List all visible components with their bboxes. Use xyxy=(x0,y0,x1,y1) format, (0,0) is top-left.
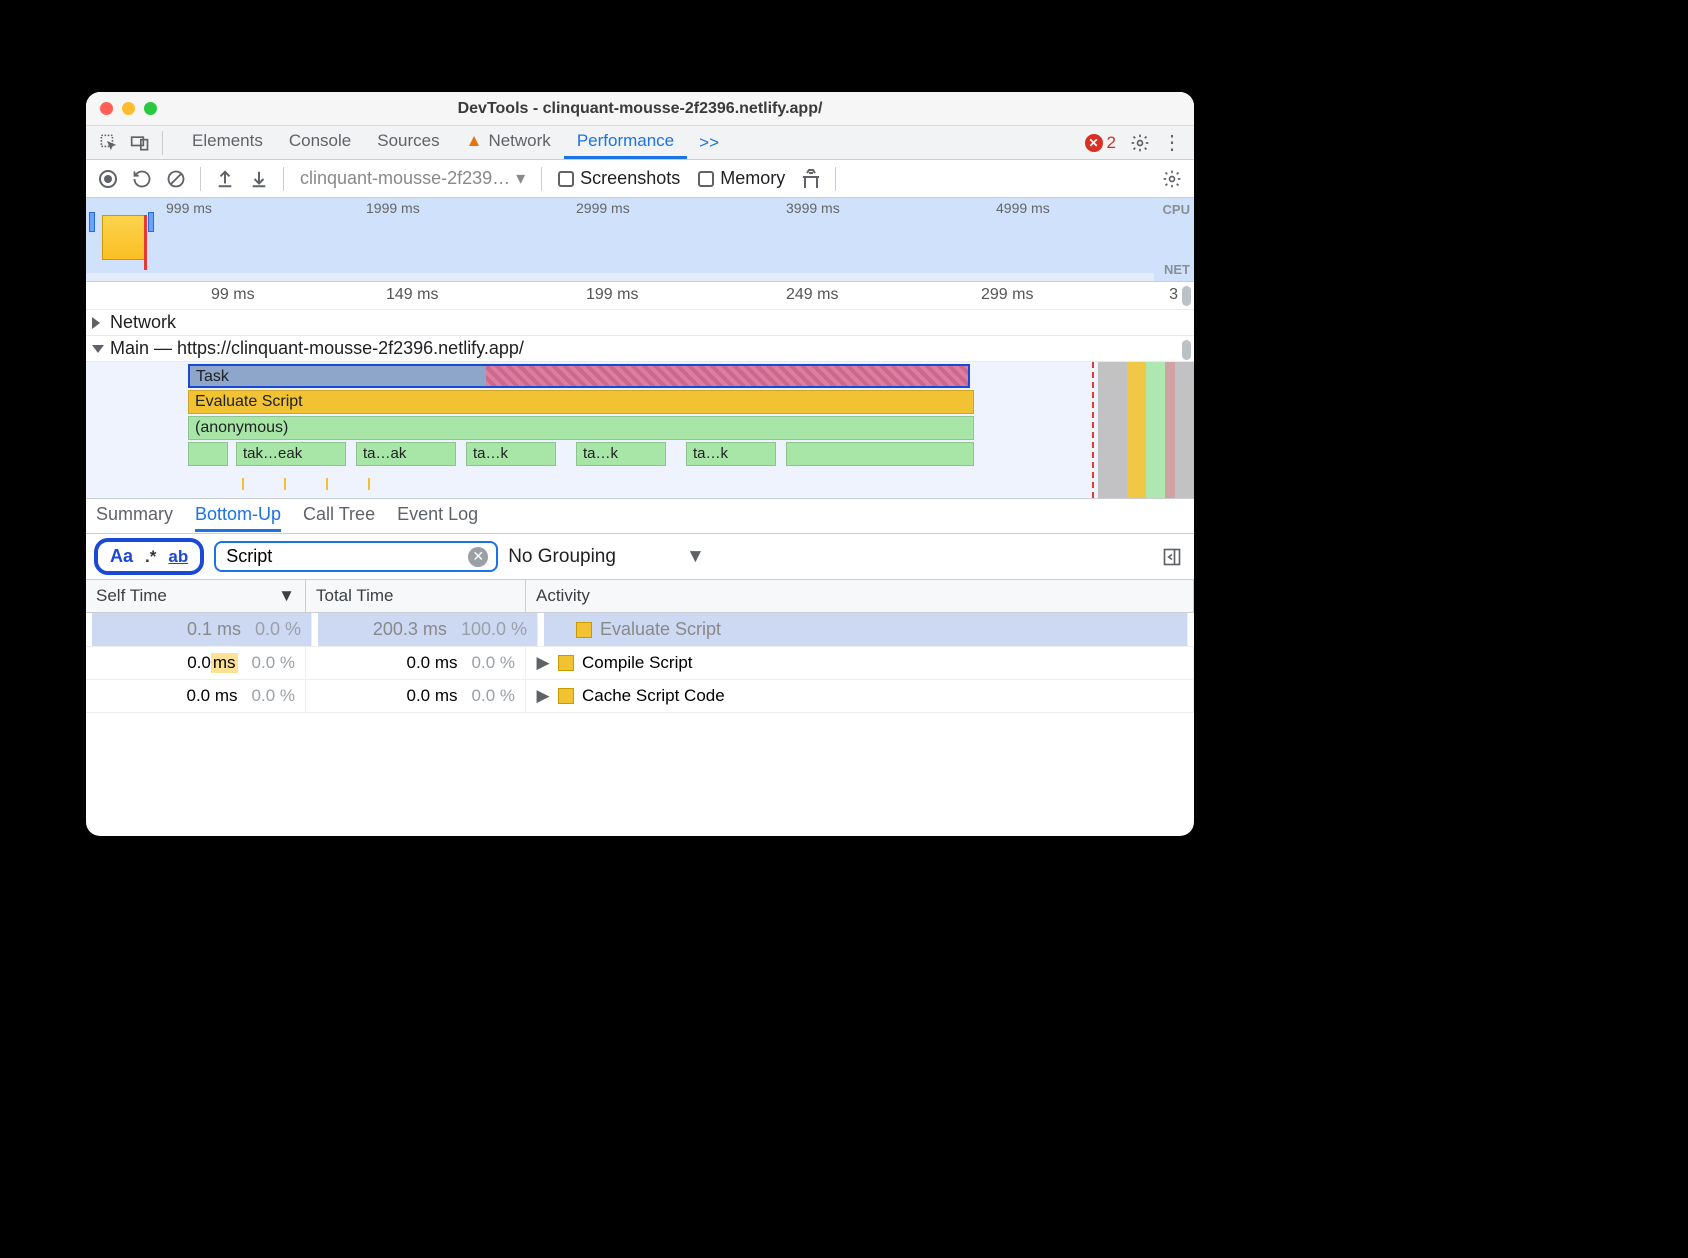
tab-performance[interactable]: Performance xyxy=(564,126,687,159)
flame-side-activity xyxy=(1098,362,1194,498)
show-heaviest-stack-button[interactable] xyxy=(1158,543,1186,571)
whole-word-button[interactable]: ab xyxy=(168,547,188,567)
tab-network[interactable]: ▲ Network xyxy=(453,126,564,159)
titlebar: DevTools - clinquant-mousse-2f2396.netli… xyxy=(86,92,1194,126)
match-case-button[interactable]: Aa xyxy=(110,546,133,567)
col-total-time[interactable]: Total Time xyxy=(306,580,526,612)
tab-call-tree[interactable]: Call Tree xyxy=(303,500,375,532)
reload-record-button[interactable] xyxy=(128,165,156,193)
table-row[interactable]: 0.1 ms0.0 % 200.3 ms100.0 % Evaluate Scr… xyxy=(86,613,1194,647)
download-profile-button[interactable] xyxy=(245,165,273,193)
memory-checkbox[interactable]: Memory xyxy=(692,168,791,189)
overview-activity-thumb xyxy=(102,215,146,260)
error-icon: ✕ xyxy=(1085,134,1103,152)
flame-bar-task[interactable]: Task xyxy=(188,364,970,388)
checkbox-unchecked-icon xyxy=(698,171,714,187)
tab-elements[interactable]: Elements xyxy=(179,126,276,159)
panel-tabs: Elements Console Sources ▲ Network Perfo… xyxy=(179,126,687,159)
flame-bar-leaf[interactable]: ta…k xyxy=(466,442,556,466)
close-window-button[interactable] xyxy=(100,102,113,115)
activity-color-swatch xyxy=(558,688,574,704)
clear-button[interactable] xyxy=(162,165,190,193)
filter-input-wrapper: ✕ xyxy=(214,541,498,572)
window-title: DevTools - clinquant-mousse-2f2396.netli… xyxy=(86,100,1194,118)
sort-desc-icon: ▼ xyxy=(278,586,295,606)
scrollbar-thumb[interactable] xyxy=(1182,340,1191,360)
chevron-right-icon xyxy=(92,317,106,329)
settings-icon[interactable] xyxy=(1126,129,1154,157)
devtools-window: DevTools - clinquant-mousse-2f2396.netli… xyxy=(86,92,1194,836)
profile-selector[interactable]: clinquant-mousse-2f239… ▾ xyxy=(294,168,531,189)
timeline-overview[interactable]: 999 ms 1999 ms 2999 ms 3999 ms 4999 ms C… xyxy=(86,198,1194,282)
table-row[interactable]: 0.0 ms0.0 % 0.0 ms0.0 % ▶Cache Script Co… xyxy=(86,680,1194,713)
traffic-lights xyxy=(100,102,157,115)
tab-summary[interactable]: Summary xyxy=(96,500,173,532)
overview-track-labels: CPU NET xyxy=(1154,198,1190,281)
activity-color-swatch xyxy=(576,622,592,638)
tab-sources[interactable]: Sources xyxy=(364,126,452,159)
expand-row-button[interactable]: ▶ xyxy=(536,653,550,673)
chevron-down-icon: ▼ xyxy=(686,546,705,568)
chevron-down-icon: ▾ xyxy=(516,168,525,189)
filter-input[interactable] xyxy=(224,545,460,568)
regex-button[interactable]: .* xyxy=(145,547,156,567)
col-self-time[interactable]: Self Time ▼ xyxy=(86,580,306,612)
flame-bar-leaf[interactable]: ta…ak xyxy=(356,442,456,466)
performance-toolbar: clinquant-mousse-2f239… ▾ Screenshots Me… xyxy=(86,160,1194,198)
tab-event-log[interactable]: Event Log xyxy=(397,500,478,532)
upload-profile-button[interactable] xyxy=(211,165,239,193)
scrollbar-thumb[interactable] xyxy=(1182,286,1191,306)
bottom-up-table: Self Time ▼ Total Time Activity 0.1 ms0.… xyxy=(86,580,1194,713)
overview-handle-right[interactable] xyxy=(148,212,154,232)
clear-filter-button[interactable]: ✕ xyxy=(468,547,488,567)
flame-bar-leaf[interactable]: ta…k xyxy=(576,442,666,466)
expand-row-button[interactable]: ▶ xyxy=(536,686,550,706)
detail-ruler[interactable]: 99 ms 149 ms 199 ms 249 ms 299 ms 3 xyxy=(86,282,1194,310)
grouping-select[interactable]: No Grouping ▼ xyxy=(508,546,705,568)
checkbox-unchecked-icon xyxy=(558,171,574,187)
error-count-badge[interactable]: ✕ 2 xyxy=(1085,133,1116,153)
flame-bar-leaf[interactable] xyxy=(786,442,974,466)
overview-net-strip xyxy=(86,273,1154,281)
overview-marker xyxy=(144,215,147,270)
device-toolbar-icon[interactable] xyxy=(126,129,154,157)
kebab-menu-icon[interactable]: ⋮ xyxy=(1158,129,1186,157)
filter-options-chip: Aa .* ab xyxy=(94,538,204,575)
minimize-window-button[interactable] xyxy=(122,102,135,115)
flame-bar-anonymous[interactable]: (anonymous) xyxy=(188,416,974,440)
main-track-header[interactable]: Main — https://clinquant-mousse-2f2396.n… xyxy=(86,336,1194,362)
activity-color-swatch xyxy=(558,655,574,671)
chevron-down-icon xyxy=(92,345,104,353)
table-header: Self Time ▼ Total Time Activity xyxy=(86,580,1194,613)
filter-row: Aa .* ab ✕ No Grouping ▼ xyxy=(86,534,1194,580)
flame-chart[interactable]: Task Evaluate Script (anonymous) tak…eak… xyxy=(86,362,1194,498)
flame-bar-leaf[interactable]: ta…k xyxy=(686,442,776,466)
timeline-detail: 99 ms 149 ms 199 ms 249 ms 299 ms 3 Netw… xyxy=(86,282,1194,498)
capture-settings-icon[interactable] xyxy=(1158,165,1186,193)
table-row[interactable]: 0.0 ms0.0 % 0.0 ms0.0 % ▶Compile Script xyxy=(86,647,1194,680)
garbage-collect-button[interactable] xyxy=(797,165,825,193)
more-tabs-button[interactable]: >> xyxy=(691,133,727,153)
tab-bottom-up[interactable]: Bottom-Up xyxy=(195,500,281,532)
inspect-element-icon[interactable] xyxy=(94,129,122,157)
maximize-window-button[interactable] xyxy=(144,102,157,115)
network-track-header[interactable]: Network xyxy=(86,310,1194,336)
record-button[interactable] xyxy=(94,165,122,193)
tab-console[interactable]: Console xyxy=(276,126,364,159)
screenshots-checkbox[interactable]: Screenshots xyxy=(552,168,686,189)
overview-handle-left[interactable] xyxy=(89,212,95,232)
main-tabbar: Elements Console Sources ▲ Network Perfo… xyxy=(86,126,1194,160)
detail-pane-tabs: Summary Bottom-Up Call Tree Event Log xyxy=(86,498,1194,534)
warning-icon: ▲ xyxy=(466,131,483,151)
flame-bar-evaluate-script[interactable]: Evaluate Script xyxy=(188,390,974,414)
flame-bar-leaf[interactable]: tak…eak xyxy=(236,442,346,466)
col-activity[interactable]: Activity xyxy=(526,580,1194,612)
frame-marker xyxy=(1092,362,1094,498)
flame-bar-leaf[interactable] xyxy=(188,442,228,466)
